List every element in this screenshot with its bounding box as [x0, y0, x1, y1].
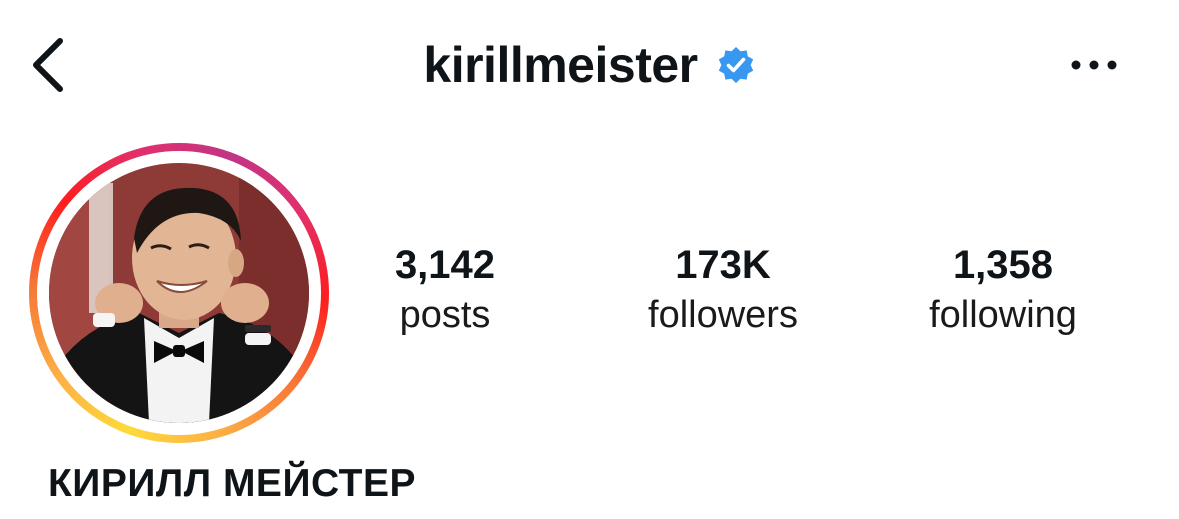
profile-header: kirillmeister	[0, 0, 1179, 130]
title-bar: kirillmeister	[0, 30, 1179, 100]
profile-stats: 3,142 posts 173K followers 1,358 followi…	[0, 240, 1179, 350]
posts-stat[interactable]: 3,142 posts	[340, 240, 550, 340]
more-options-button[interactable]	[1062, 40, 1126, 90]
display-name: КИРИЛЛ МЕЙСТЕР	[48, 462, 417, 505]
following-label: following	[929, 294, 1077, 336]
following-stat[interactable]: 1,358 following	[898, 240, 1108, 340]
posts-count: 3,142	[394, 243, 496, 287]
followers-count: 173K	[675, 243, 771, 287]
verified-badge-icon	[716, 45, 756, 85]
posts-label: posts	[399, 294, 491, 336]
followers-label: followers	[648, 294, 798, 336]
username: kirillmeister	[423, 37, 698, 93]
more-horizontal-icon	[1071, 60, 1117, 70]
following-count: 1,358	[952, 243, 1054, 287]
followers-stat[interactable]: 173K followers	[618, 240, 828, 340]
